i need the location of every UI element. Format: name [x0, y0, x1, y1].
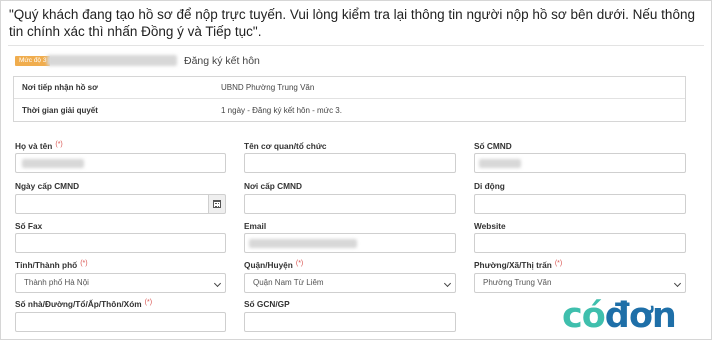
label-text: Phường/Xã/Thị trấn	[474, 260, 552, 270]
label-text: Quận/Huyện	[244, 260, 293, 270]
info-table: Nơi tiếp nhận hồ sơ UBND Phường Trung Vă…	[13, 76, 686, 122]
email-label: Email	[244, 221, 267, 231]
info-value: UBND Phường Trung Văn	[221, 83, 315, 92]
redacted-service-code	[47, 55, 177, 66]
required-mark: (*)	[144, 299, 153, 306]
mobile-label: Di động	[474, 181, 505, 191]
selected-value: Phường Trung Văn	[483, 278, 552, 287]
selected-value: Quận Nam Từ Liêm	[253, 278, 324, 287]
organization-label: Tên cơ quan/tổ chức	[244, 141, 327, 151]
service-name: Đăng ký kết hôn	[184, 55, 260, 67]
intro-message: "Quý khách đang tạo hồ sơ để nộp trực tu…	[9, 7, 695, 39]
chevron-down-icon	[213, 279, 222, 288]
info-row: Nơi tiếp nhận hồ sơ UBND Phường Trung Vă…	[14, 77, 685, 99]
id-issue-date-input[interactable]	[15, 194, 209, 214]
gcn-gp-input[interactable]	[244, 312, 456, 332]
required-mark: (*)	[554, 260, 563, 267]
district-select[interactable]: Quận Nam Từ Liêm	[244, 273, 456, 293]
required-mark: (*)	[295, 260, 304, 267]
province-label: Tỉnh/Thành phố (*)	[15, 260, 88, 270]
website-input[interactable]	[474, 233, 686, 253]
logo-part: đơn	[604, 296, 677, 336]
ward-label: Phường/Xã/Thị trấn (*)	[474, 260, 562, 270]
district-label: Quận/Huyện (*)	[244, 260, 303, 270]
required-mark: (*)	[80, 260, 88, 267]
chevron-down-icon	[673, 279, 682, 288]
address-label: Số nhà/Đường/Tổ/Ấp/Thôn/Xóm (*)	[15, 299, 152, 309]
chevron-down-icon	[443, 279, 452, 288]
required-mark: (*)	[55, 141, 63, 148]
calendar-icon	[213, 200, 221, 208]
full-name-input[interactable]	[15, 153, 226, 173]
province-select[interactable]: Thành phố Hà Nội	[15, 273, 226, 293]
redacted-value	[22, 159, 84, 168]
mobile-input[interactable]	[474, 194, 686, 214]
redacted-value	[479, 159, 521, 168]
website-label: Website	[474, 221, 506, 231]
address-input[interactable]	[15, 312, 226, 332]
full-name-label: Họ và tên (*)	[15, 141, 63, 151]
id-issue-place-input[interactable]	[244, 194, 456, 214]
label-text: Tỉnh/Thành phố	[15, 260, 78, 270]
email-input[interactable]	[244, 233, 456, 253]
fax-label: Số Fax	[15, 221, 43, 231]
redacted-value	[249, 239, 357, 248]
ward-select[interactable]: Phường Trung Văn	[474, 273, 686, 293]
info-row: Thời gian giải quyết 1 ngày - Đăng ký kế…	[14, 100, 685, 122]
selected-value: Thành phố Hà Nội	[24, 278, 89, 287]
info-key: Nơi tiếp nhận hồ sơ	[22, 83, 98, 92]
info-key: Thời gian giải quyết	[22, 106, 98, 115]
id-number-label: Số CMND	[474, 141, 512, 151]
id-issue-date-label: Ngày cấp CMND	[15, 181, 80, 191]
level-badge: Mức độ 3	[15, 56, 51, 66]
label-text: Họ và tên	[15, 141, 53, 151]
date-picker-button[interactable]	[209, 194, 226, 214]
id-number-input[interactable]	[474, 153, 686, 173]
info-value: 1 ngày - Đăng ký kết hôn - mức 3.	[221, 106, 342, 115]
organization-input[interactable]	[244, 153, 456, 173]
id-issue-place-label: Nơi cấp CMND	[244, 181, 302, 191]
gcn-gp-label: Số GCN/GP	[244, 299, 290, 309]
fax-input[interactable]	[15, 233, 226, 253]
codon-logo: cóđơn	[562, 296, 712, 340]
label-text: Số nhà/Đường/Tổ/Ấp/Thôn/Xóm	[15, 299, 142, 309]
logo-part: có	[562, 296, 606, 336]
divider	[8, 45, 704, 46]
